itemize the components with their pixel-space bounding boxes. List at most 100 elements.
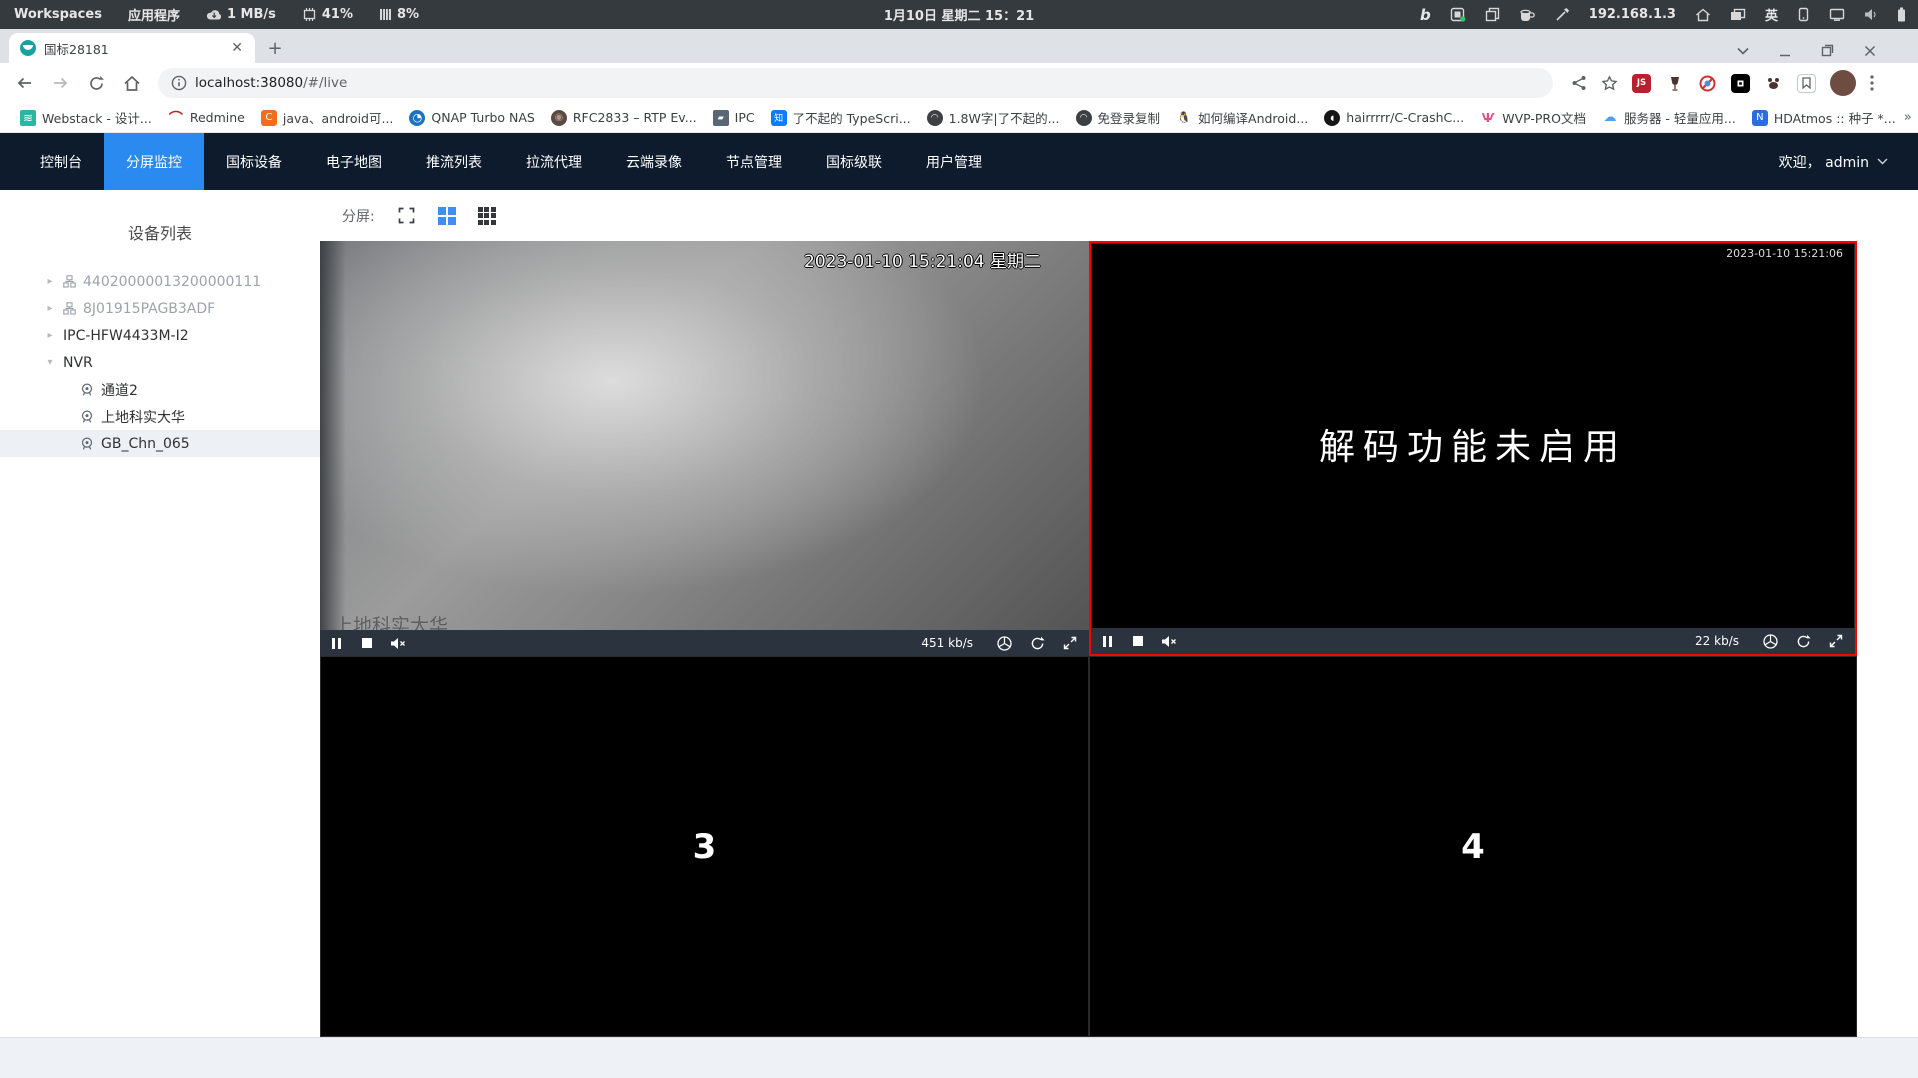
applications-menu[interactable]: 应用程序 bbox=[128, 5, 180, 24]
tab-search-chevron-icon[interactable] bbox=[1737, 47, 1749, 55]
bookmark-star-icon[interactable] bbox=[1601, 74, 1618, 92]
caret-right-icon[interactable]: ▸ bbox=[44, 330, 56, 341]
video-panel-2[interactable]: 2023-01-10 15:21:06 解码功能未启用 22 kb/s bbox=[1089, 241, 1857, 656]
tree-item-device-expanded[interactable]: ▾ NVR bbox=[0, 349, 320, 376]
forward-button[interactable] bbox=[46, 69, 74, 97]
split-3x3-button[interactable] bbox=[477, 206, 496, 225]
share-icon[interactable] bbox=[1571, 75, 1587, 91]
split-2x2-button[interactable] bbox=[437, 206, 456, 225]
reload-button[interactable] bbox=[82, 69, 110, 97]
user-menu[interactable]: 欢迎， admin bbox=[1779, 133, 1918, 190]
split-fullscreen-button[interactable] bbox=[397, 206, 416, 225]
back-button[interactable] bbox=[10, 69, 38, 97]
nav-item-node-manage[interactable]: 节点管理 bbox=[704, 133, 804, 190]
ip-address-indicator[interactable]: 192.168.1.3 bbox=[1589, 7, 1676, 22]
mute-icon[interactable] bbox=[390, 637, 407, 650]
bookmark-item[interactable]: HDAtmos :: 种子 *... bbox=[1744, 108, 1904, 127]
workspaces-button[interactable]: Workspaces bbox=[14, 7, 102, 22]
stop-button[interactable] bbox=[1133, 636, 1143, 646]
bookmark-item[interactable]: 1.8W字|了不起的... bbox=[919, 108, 1068, 127]
pause-button[interactable] bbox=[332, 637, 344, 649]
browser-menu-icon[interactable] bbox=[1870, 75, 1874, 91]
platform-icon bbox=[63, 302, 76, 315]
coffee-tray-icon[interactable] bbox=[1519, 8, 1536, 22]
decode-disabled-message: 解码功能未启用 bbox=[1318, 426, 1628, 468]
caret-down-icon[interactable]: ▾ bbox=[44, 357, 56, 368]
bookmark-item[interactable]: RFC2833 – RTP Ev... bbox=[543, 109, 705, 126]
nav-item-gb-devices[interactable]: 国标设备 bbox=[204, 133, 304, 190]
video-stream bbox=[320, 241, 1089, 630]
bookmarks-overflow-chevron[interactable]: » bbox=[1904, 110, 1918, 125]
nav-item-gb-cascade[interactable]: 国标级联 bbox=[804, 133, 904, 190]
platform-icon bbox=[63, 275, 76, 288]
bookmark-item[interactable]: QNAP Turbo NAS bbox=[401, 109, 542, 126]
input-language-indicator[interactable]: 英 bbox=[1765, 5, 1778, 24]
phone-link-tray-icon[interactable] bbox=[1797, 7, 1810, 22]
video-panel-4[interactable]: 4 bbox=[1089, 656, 1857, 1037]
caret-right-icon[interactable]: ▸ bbox=[44, 303, 56, 314]
js-extension-icon[interactable]: JS bbox=[1632, 73, 1651, 93]
bookmark-item[interactable]: java、android可... bbox=[253, 108, 402, 127]
video-panel-1[interactable]: 2023-01-10 15:21:04 星期二 上地科实大华 451 kb/s bbox=[320, 241, 1089, 656]
video-panel-3[interactable]: 3 bbox=[320, 656, 1089, 1037]
refresh-button[interactable] bbox=[1796, 634, 1811, 649]
window-close-button[interactable] bbox=[1864, 45, 1876, 57]
clipboard-tray-icon[interactable] bbox=[1485, 7, 1500, 22]
new-tab-button[interactable]: + bbox=[261, 34, 289, 62]
bookmark-item[interactable]: Redmine bbox=[160, 109, 253, 126]
address-bar[interactable]: localhost:38080/#/live bbox=[158, 68, 1553, 98]
blocker-extension-icon[interactable] bbox=[1698, 73, 1717, 93]
bookmark-item[interactable]: 服务器 - 轻量应用... bbox=[1594, 108, 1744, 127]
home-tray-icon[interactable] bbox=[1695, 8, 1711, 22]
tree-item-channel[interactable]: 通道2 bbox=[0, 376, 320, 403]
clock[interactable]: 1月10日 星期二 15：21 bbox=[884, 5, 1034, 24]
profile-avatar[interactable] bbox=[1830, 70, 1856, 96]
site-info-icon[interactable] bbox=[171, 75, 187, 91]
fullscreen-button[interactable] bbox=[1829, 634, 1843, 648]
windows-stack-tray-icon[interactable] bbox=[1730, 8, 1746, 22]
flag-extension-icon[interactable] bbox=[1797, 73, 1816, 93]
tree-item-channel-selected[interactable]: GB_Chn_065 bbox=[0, 430, 320, 457]
nav-item-pull-proxy[interactable]: 拉流代理 bbox=[504, 133, 604, 190]
stop-button[interactable] bbox=[362, 638, 372, 648]
caret-right-icon[interactable]: ▸ bbox=[44, 276, 56, 287]
home-button[interactable] bbox=[118, 69, 146, 97]
bookmark-item[interactable]: 了不起的 TypeScri... bbox=[763, 108, 919, 127]
nav-item-cloud-record[interactable]: 云端录像 bbox=[604, 133, 704, 190]
tree-item-channel[interactable]: 上地科实大华 bbox=[0, 403, 320, 430]
bookmark-item[interactable]: 如何编译Android... bbox=[1168, 108, 1316, 127]
frame-extension-icon[interactable] bbox=[1731, 73, 1750, 93]
nav-item-console[interactable]: 控制台 bbox=[18, 133, 104, 190]
refresh-button[interactable] bbox=[1030, 636, 1045, 651]
snapshot-button[interactable] bbox=[1763, 633, 1778, 649]
nav-item-user-manage[interactable]: 用户管理 bbox=[904, 133, 1004, 190]
system-top-bar: Workspaces 应用程序 1 MB/s 41% 8% 1月10日 星期二 … bbox=[0, 0, 1918, 29]
battery-tray-icon[interactable] bbox=[1897, 7, 1906, 22]
mute-icon[interactable] bbox=[1161, 635, 1178, 648]
tree-item-platform[interactable]: ▸ 8J01915PAGB3ADF bbox=[0, 295, 320, 322]
window-minimize-button[interactable] bbox=[1779, 45, 1791, 57]
volume-tray-icon[interactable] bbox=[1864, 8, 1878, 21]
browser-tab[interactable]: 国标28181 ✕ bbox=[9, 33, 255, 63]
tree-item-platform[interactable]: ▸ 44020000013200000111 bbox=[0, 268, 320, 295]
window-restore-button[interactable] bbox=[1821, 44, 1834, 57]
pause-button[interactable] bbox=[1103, 635, 1115, 647]
snapshot-button[interactable] bbox=[997, 635, 1012, 651]
tab-close-icon[interactable]: ✕ bbox=[227, 40, 247, 56]
bookmark-item[interactable]: WVP-PRO文档 bbox=[1472, 108, 1594, 127]
display-tray-icon[interactable] bbox=[1829, 8, 1845, 21]
paw-extension-icon[interactable] bbox=[1764, 73, 1783, 93]
nav-item-split-monitor[interactable]: 分屏监控 bbox=[104, 133, 204, 190]
screenshot-tray-icon[interactable] bbox=[1450, 7, 1466, 22]
pipette-tray-icon[interactable] bbox=[1555, 7, 1570, 22]
nav-item-push-list[interactable]: 推流列表 bbox=[404, 133, 504, 190]
fullscreen-button[interactable] bbox=[1063, 636, 1077, 650]
bookmark-item[interactable]: 免登录复制 bbox=[1068, 108, 1169, 127]
bookmark-item[interactable]: hairrrrr/C-CrashC... bbox=[1316, 109, 1472, 126]
tree-item-device[interactable]: ▸ IPC-HFW4433M-I2 bbox=[0, 322, 320, 349]
bookmark-item[interactable]: Webstack - 设计... bbox=[12, 108, 160, 127]
nav-item-map[interactable]: 电子地图 bbox=[304, 133, 404, 190]
wine-extension-icon[interactable] bbox=[1665, 73, 1684, 93]
bookmark-item[interactable]: IPC bbox=[705, 109, 763, 126]
bing-tray-icon[interactable]: b bbox=[1420, 6, 1431, 24]
